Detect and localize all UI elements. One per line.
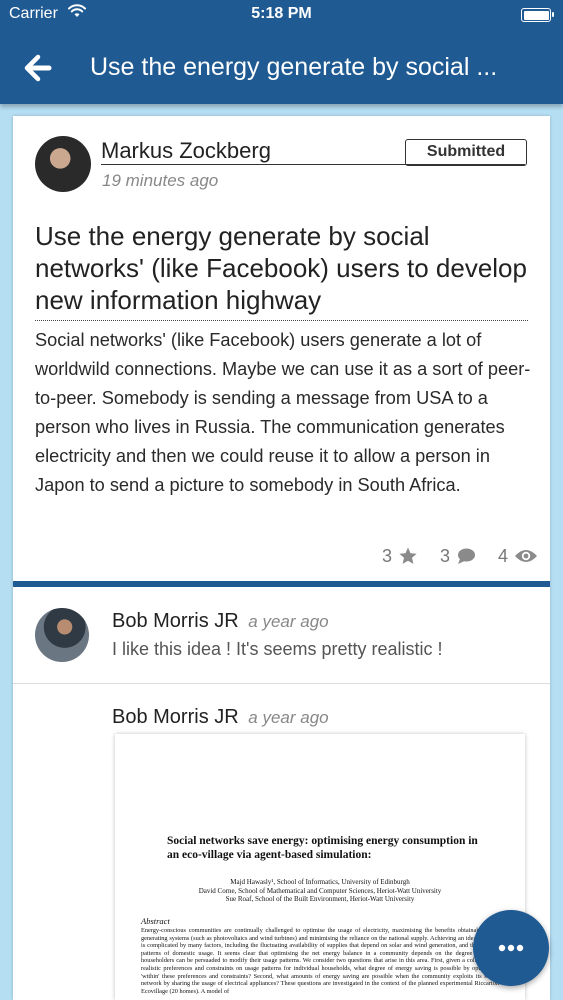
post-time: 19 minutes ago — [102, 171, 219, 190]
comment-count: 3 — [439, 545, 450, 566]
abstract-heading: Abstract — [141, 916, 170, 926]
comment-item: Bob Morris JR a year ago — [112, 706, 329, 729]
post-body: Social networks' (like Facebook) users g… — [35, 330, 531, 495]
author-avatar[interactable] — [35, 136, 91, 192]
post-title: Use the energy generate by social networ… — [35, 221, 527, 315]
battery-icon — [521, 8, 554, 22]
comment-time: a year ago — [248, 612, 329, 631]
arrow-left-icon[interactable] — [20, 50, 56, 86]
comment-divider — [13, 683, 550, 684]
status-bar: Carrier 5:18 PM — [0, 0, 563, 30]
comment-text: I like this idea ! It's seems pretty rea… — [112, 639, 443, 659]
post-stats: 3 3 4 — [360, 544, 538, 568]
view-stat[interactable]: 4 — [498, 546, 538, 567]
more-actions-button[interactable] — [473, 910, 549, 986]
view-count: 4 — [497, 545, 508, 566]
document-attachment[interactable]: Social networks save energy: optimising … — [115, 734, 525, 1000]
status-time: 5:18 PM — [251, 5, 312, 22]
comment-author[interactable]: Bob Morris JR — [112, 706, 239, 728]
section-divider — [13, 581, 550, 587]
comment-icon — [457, 548, 475, 564]
post-author[interactable]: Markus Zockberg — [101, 138, 271, 164]
comment-item: Bob Morris JR a year ago — [112, 610, 329, 633]
commenter-avatar[interactable] — [35, 608, 89, 662]
abstract-text: Energy-conscious communities are continu… — [141, 927, 499, 995]
eye-icon — [515, 550, 537, 562]
star-count: 3 — [381, 545, 392, 566]
comment-stat[interactable]: 3 — [440, 546, 476, 567]
document-author-line: Majd Hawasly¹, School of Informatics, Un… — [230, 878, 410, 886]
comment-time: a year ago — [248, 708, 329, 727]
document-author-line: Sue Roaf, School of the Built Environmen… — [225, 895, 415, 903]
title-divider — [35, 320, 528, 321]
star-stat[interactable]: 3 — [382, 546, 418, 567]
page-title: Use the energy generate by social ... — [90, 53, 498, 81]
more-dots-icon — [498, 944, 524, 952]
comment-author[interactable]: Bob Morris JR — [112, 610, 239, 632]
document-authors: Majd Hawasly¹, School of Informatics, Un… — [155, 878, 485, 904]
status-badge: Submitted — [405, 139, 527, 166]
app-header: Carrier 5:18 PM Use the energy generate … — [0, 0, 563, 104]
document-author-line: David Corne, School of Mathematical and … — [198, 886, 442, 895]
idea-card: Markus Zockberg Submitted 19 minutes ago… — [13, 116, 550, 1000]
star-icon — [399, 547, 417, 564]
document-title: Social networks save energy: optimising … — [167, 835, 478, 861]
